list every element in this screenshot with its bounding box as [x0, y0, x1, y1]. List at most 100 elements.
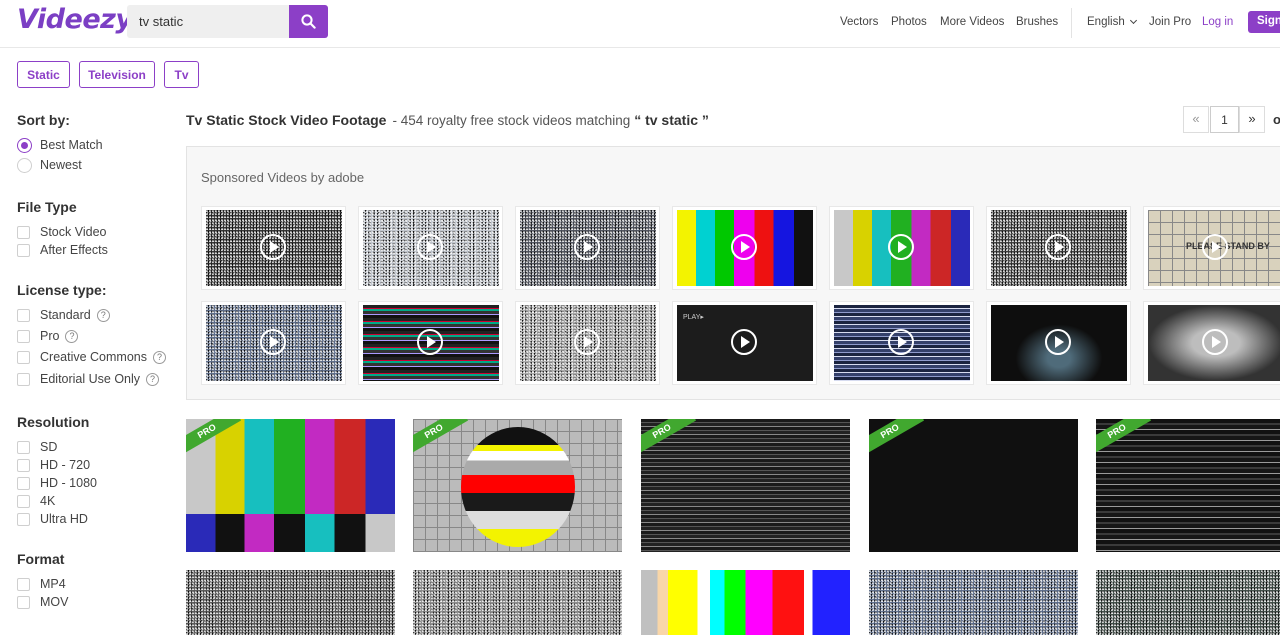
checkbox[interactable] [17, 309, 30, 322]
help-icon[interactable]: ? [146, 373, 160, 386]
pro-badge: PRO [641, 419, 697, 456]
play-icon [417, 329, 443, 355]
play-icon [1202, 329, 1228, 355]
video-thumbnail[interactable] [186, 570, 395, 635]
play-icon [417, 234, 443, 260]
sponsored-video[interactable] [986, 206, 1131, 290]
nav-more-videos[interactable]: More Videos [940, 16, 1004, 28]
tag-tv[interactable]: Tv [164, 61, 199, 88]
sponsored-label: Sponsored Videos by adobe [201, 170, 365, 185]
video-thumbnail[interactable] [869, 570, 1078, 635]
video-thumbnail[interactable] [1096, 570, 1280, 635]
play-icon [888, 329, 914, 355]
language-label: English [1087, 16, 1125, 28]
sponsored-video[interactable] [201, 301, 346, 385]
filter-label: Pro [40, 329, 60, 343]
play-icon [260, 234, 286, 260]
play-icon [1202, 234, 1228, 260]
sponsored-video[interactable] [515, 206, 660, 290]
sponsored-video[interactable] [201, 206, 346, 290]
checkbox[interactable] [17, 459, 30, 472]
sort-heading: Sort by: [17, 112, 70, 128]
site-logo[interactable]: Videezy [17, 4, 133, 35]
sponsored-video[interactable] [515, 301, 660, 385]
thumbnail-band [186, 514, 395, 552]
pro-badge: PRO [1096, 419, 1152, 456]
video-thumbnail[interactable]: PRO [186, 419, 395, 552]
search-input[interactable] [127, 5, 290, 38]
login-link[interactable]: Log in [1202, 16, 1233, 28]
join-pro-link[interactable]: Join Pro [1149, 16, 1191, 28]
chevron-down-icon [1129, 16, 1137, 25]
tag-static[interactable]: Static [17, 61, 70, 88]
results-summary: - 454 royalty free stock videos matching [392, 113, 631, 128]
sponsored-video[interactable]: PLEASE STAND BY [1143, 206, 1280, 290]
sponsored-video[interactable] [829, 206, 974, 290]
sponsored-video[interactable] [672, 206, 817, 290]
play-icon [1045, 329, 1071, 355]
filter-label: HD - 1080 [40, 476, 97, 490]
help-icon[interactable]: ? [96, 309, 110, 322]
filter-label: SD [40, 440, 58, 454]
checkbox[interactable] [17, 330, 30, 343]
search-icon [301, 14, 316, 29]
video-thumbnail[interactable]: PRO [413, 419, 622, 552]
video-thumbnail[interactable]: PRO [1096, 419, 1280, 552]
sponsored-video[interactable]: PLAY▸ [672, 301, 817, 385]
checkbox[interactable] [17, 351, 30, 364]
filter-label: Standard [40, 308, 91, 322]
sponsored-video[interactable] [829, 301, 974, 385]
checkbox[interactable] [17, 596, 30, 609]
checkbox[interactable] [17, 244, 30, 257]
nav-divider [1071, 8, 1072, 38]
checkbox[interactable] [17, 441, 30, 454]
resolution-heading: Resolution [17, 414, 90, 430]
pager-next[interactable]: » [1239, 106, 1265, 133]
checkbox[interactable] [17, 513, 30, 526]
checkbox[interactable] [17, 578, 30, 591]
filter-label: Creative Commons [40, 350, 147, 364]
help-icon[interactable]: ? [65, 330, 79, 343]
video-thumbnail[interactable]: PRO [869, 419, 1078, 552]
pager-page-input[interactable]: 1 [1210, 106, 1239, 133]
language-select[interactable]: English [1087, 16, 1137, 28]
tag-television[interactable]: Television [79, 61, 155, 88]
video-thumbnail[interactable] [413, 570, 622, 635]
sponsored-video[interactable] [358, 301, 503, 385]
results-heading: Tv Static Stock Video Footage - 454 royal… [186, 112, 709, 128]
results-title: Tv Static Stock Video Footage [186, 112, 387, 128]
play-icon [574, 234, 600, 260]
filter-label: After Effects [40, 243, 108, 257]
search-button[interactable] [289, 5, 328, 38]
checkbox[interactable] [17, 477, 30, 490]
thumbnail-caption: PLAY▸ [683, 314, 704, 321]
sponsored-video[interactable] [358, 206, 503, 290]
nav-vectors[interactable]: Vectors [840, 16, 878, 28]
filter-label: MOV [40, 595, 69, 609]
radio[interactable] [17, 158, 32, 173]
filter-label: Ultra HD [40, 512, 88, 526]
pro-badge: PRO [413, 419, 469, 456]
checkbox[interactable] [17, 495, 30, 508]
pro-badge: PRO [869, 419, 925, 456]
signup-button[interactable]: Sign [1248, 11, 1280, 33]
video-thumbnail[interactable]: PRO [641, 419, 850, 552]
pager-of: o [1273, 112, 1280, 127]
sponsored-video[interactable] [1143, 301, 1280, 385]
filter-label: Editorial Use Only [40, 372, 141, 386]
format-heading: Format [17, 551, 65, 567]
sponsored-video[interactable] [986, 301, 1131, 385]
pager-prev[interactable]: « [1183, 106, 1209, 133]
play-icon [1045, 234, 1071, 260]
radio-selected[interactable] [17, 138, 32, 153]
video-thumbnail[interactable] [641, 570, 850, 635]
checkbox[interactable] [17, 373, 30, 386]
filter-label: Stock Video [40, 225, 107, 239]
sort-option-label: Best Match [40, 138, 103, 152]
help-icon[interactable]: ? [152, 351, 166, 364]
checkbox[interactable] [17, 226, 30, 239]
play-icon [574, 329, 600, 355]
nav-brushes[interactable]: Brushes [1016, 16, 1058, 28]
filter-label: MP4 [40, 577, 66, 591]
nav-photos[interactable]: Photos [891, 16, 927, 28]
